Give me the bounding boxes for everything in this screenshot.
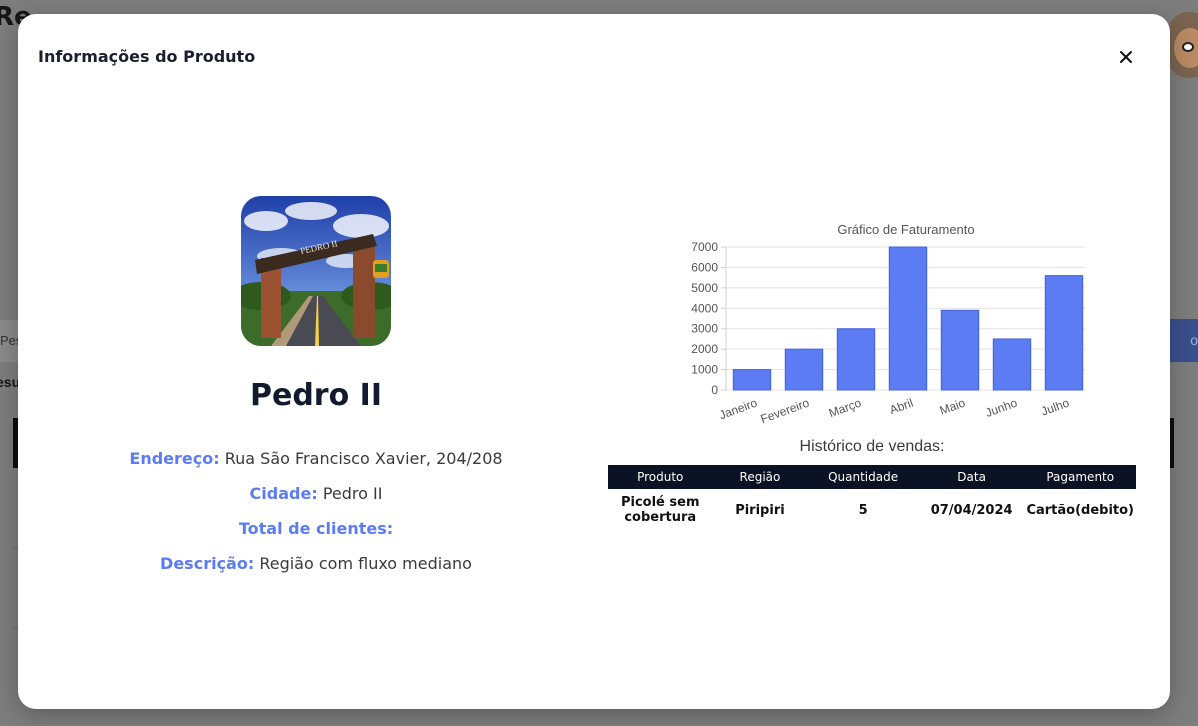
revenue-chart: Gráfico de Faturamento 0 1000 2000 3000 4000 5… — [666, 214, 1090, 444]
description-value: Região com fluxo mediano — [259, 554, 472, 573]
sales-history-table: Produto Região Quantidade Data Pagamento… — [608, 465, 1136, 531]
chart-title: Gráfico de Faturamento — [837, 222, 974, 237]
y-tick-label: 3000 — [691, 322, 718, 336]
x-tick-label: Janeiro — [717, 396, 759, 423]
y-tick-label: 7000 — [691, 240, 718, 254]
revenue-chart-svg: Gráfico de Faturamento 0 1000 2000 3000 4000 5… — [691, 222, 1090, 427]
cell-quantity: 5 — [858, 502, 868, 518]
modal-title: Informações do Produto — [38, 47, 256, 66]
column-header-payment: Pagamento — [1024, 465, 1136, 489]
bar — [732, 369, 772, 391]
x-tick-label: Maio — [938, 396, 968, 418]
close-icon — [1120, 51, 1132, 63]
cell-payment: Cartão(debito) — [1026, 502, 1134, 518]
cell-date: 07/04/2024 — [930, 502, 1013, 518]
product-info-modal: Informações do Produto PEDRO II Pedro II… — [18, 14, 1170, 709]
column-header-date: Data — [918, 465, 1025, 489]
city-label: Cidade: — [249, 484, 318, 503]
y-tick-label: 6000 — [691, 260, 718, 274]
column-header-product: Produto — [608, 465, 713, 489]
address-value: Rua São Francisco Xavier, 204/208 — [224, 449, 503, 468]
description-label: Descrição: — [160, 554, 255, 573]
bar — [888, 246, 928, 391]
column-header-quantity: Quantidade — [807, 465, 919, 489]
cell-product: Picolé sem cobertura — [620, 495, 700, 525]
bar — [1044, 275, 1084, 391]
bar — [940, 309, 980, 391]
x-tick-label: Março — [827, 396, 863, 421]
column-header-region: Região — [712, 465, 808, 489]
table-row: Picolé sem cobertura Piripiri 5 07/04/20… — [608, 489, 1136, 531]
user-avatar — [1168, 12, 1198, 78]
city-value: Pedro II — [322, 484, 383, 503]
clients-label: Total de clientes: — [238, 519, 394, 538]
cell-region: Piripiri — [735, 502, 785, 518]
y-tick-label: 1000 — [691, 363, 718, 377]
y-tick-label: 4000 — [691, 301, 718, 315]
y-tick-label: 5000 — [691, 281, 718, 295]
x-tick-label: Abril — [888, 396, 915, 417]
x-tick-label: Junho — [984, 396, 1020, 420]
clients-line: Total de clientes: — [18, 519, 614, 538]
x-tick-label: Julho — [1039, 396, 1071, 419]
y-tick-label: 2000 — [691, 342, 718, 356]
product-image: PEDRO II — [241, 196, 391, 346]
bar — [992, 338, 1032, 391]
city-line: Cidade: Pedro II — [18, 484, 614, 503]
bar — [784, 348, 824, 391]
address-line: Endereço: Rua São Francisco Xavier, 204/… — [18, 449, 614, 468]
sales-history-title: Histórico de vendas: — [799, 438, 945, 455]
background-action-button: o — [1168, 319, 1198, 362]
description-line: Descrição: Região com fluxo mediano — [18, 554, 614, 573]
close-button[interactable] — [1116, 47, 1136, 67]
sales-table-header-row: Produto Região Quantidade Data Pagamento — [608, 465, 1136, 489]
y-tick-label: 0 — [711, 383, 718, 397]
product-name: Pedro II — [250, 378, 382, 413]
avatar-eye — [1182, 42, 1194, 52]
address-label: Endereço: — [129, 449, 220, 468]
bar — [836, 328, 876, 391]
x-tick-label: Fevereiro — [759, 396, 812, 427]
